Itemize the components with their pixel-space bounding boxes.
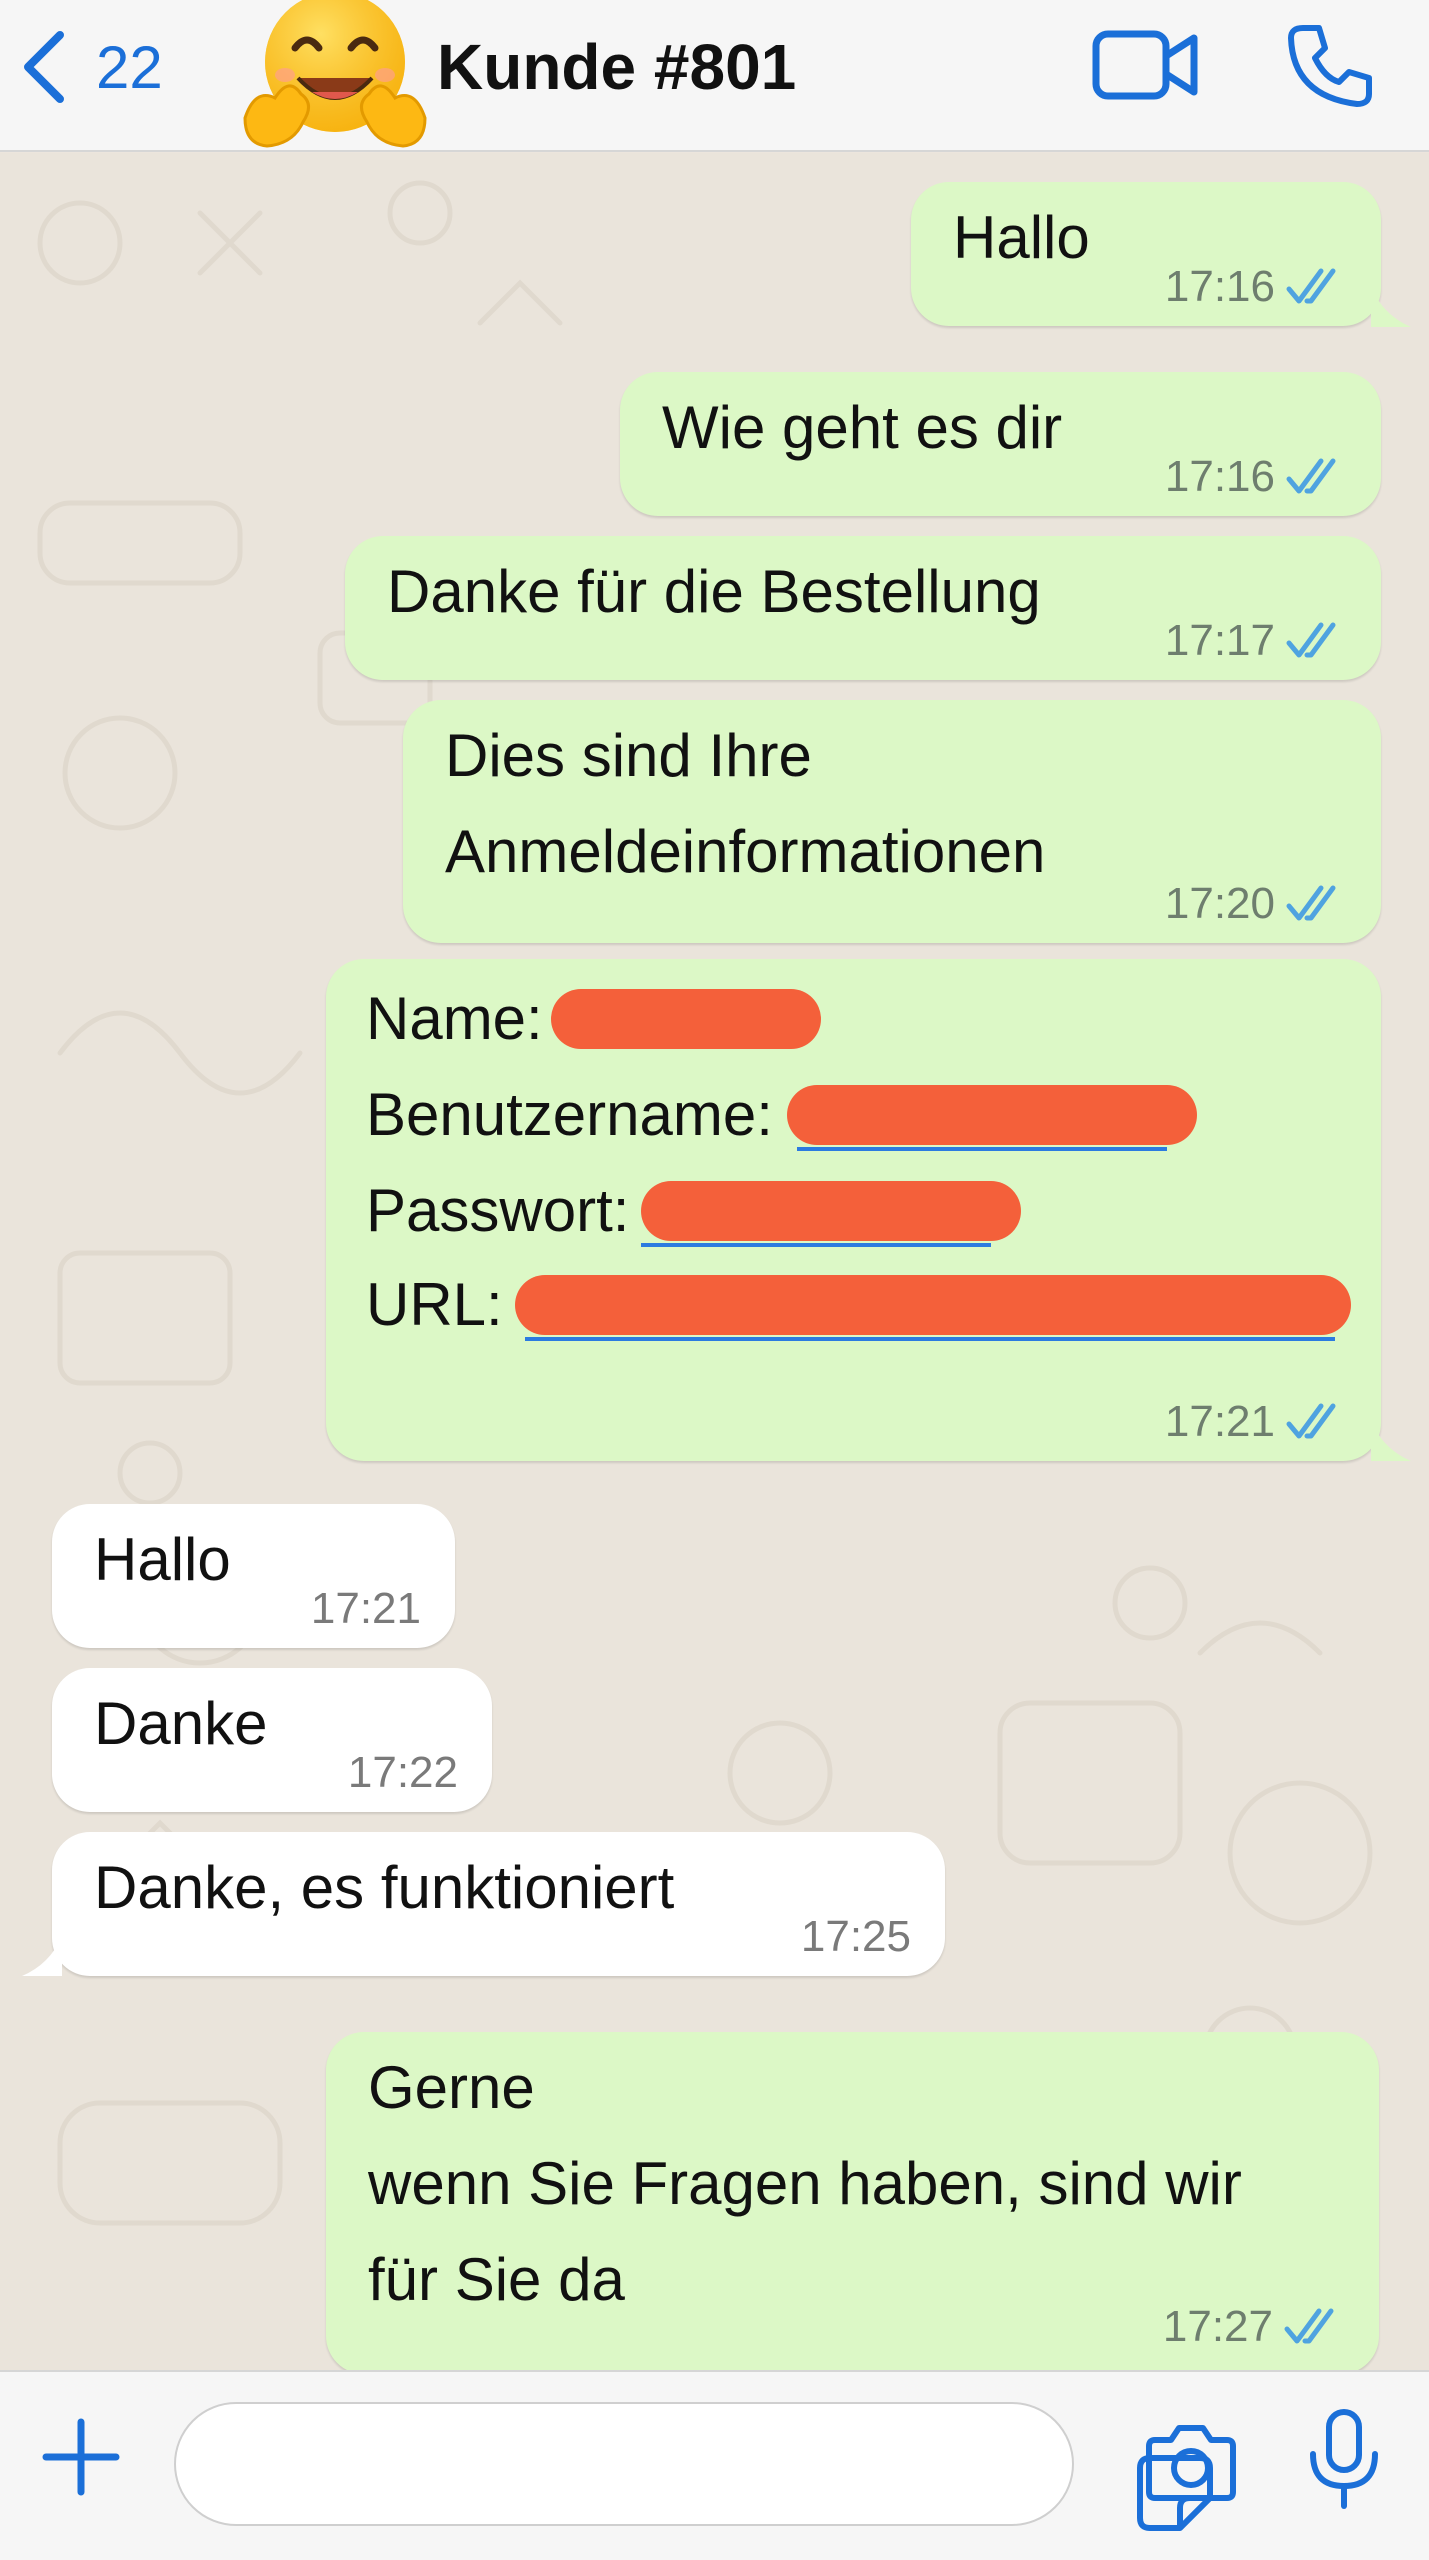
- phone-call-icon[interactable]: [1285, 20, 1375, 110]
- message-meta: 17:20: [1165, 879, 1347, 929]
- message-bubble-outgoing[interactable]: Danke für die Bestellung 17:17: [345, 536, 1381, 680]
- read-receipt-icon: [1286, 1403, 1336, 1439]
- message-meta: 17:16: [1165, 452, 1347, 502]
- message-input-bar: [0, 2370, 1429, 2560]
- message-text: Hallo: [953, 204, 1090, 271]
- credential-name-label: Name:: [366, 985, 543, 1052]
- message-text: Danke, es funktioniert: [94, 1854, 675, 1921]
- chat-header: 22 Kunde #801: [0, 0, 1429, 152]
- credential-password-label: Passwort:: [366, 1177, 630, 1244]
- message-time: 17:22: [347, 1748, 458, 1797]
- message-text: Dies sind Ihre Anmeldeinformationen: [445, 722, 1046, 885]
- video-call-icon[interactable]: [1090, 20, 1200, 110]
- message-bubble-incoming[interactable]: Danke, es funktioniert 17:25: [52, 1832, 945, 1976]
- redaction-password: [641, 1181, 1022, 1247]
- message-text: Danke: [94, 1690, 268, 1757]
- redaction-url: [514, 1275, 1351, 1341]
- message-time: 17:16: [1164, 262, 1275, 311]
- bubble-tail: [1371, 1421, 1411, 1461]
- message-meta: 17:22: [348, 1748, 458, 1798]
- bubble-tail: [1371, 287, 1411, 327]
- credential-password-line: Passwort:: [366, 1171, 1022, 1251]
- read-receipt-icon: [1286, 458, 1336, 494]
- message-text: Wie geht es dir: [662, 394, 1063, 461]
- message-time: 17:21: [1164, 1397, 1275, 1446]
- credential-name-line: Name:: [366, 979, 821, 1059]
- message-time: 17:16: [1164, 452, 1275, 501]
- message-time: 17:20: [1164, 879, 1275, 928]
- message-meta: 17:25: [801, 1912, 911, 1962]
- read-receipt-icon: [1286, 622, 1336, 658]
- message-bubble-outgoing[interactable]: Wie geht es dir 17:16: [620, 372, 1381, 516]
- microphone-icon[interactable]: [1305, 2408, 1383, 2512]
- message-bubble-credentials[interactable]: Name: Benutzername: Passwort: URL: 17:21: [326, 959, 1381, 1461]
- camera-icon[interactable]: [1145, 2418, 1237, 2504]
- message-meta: 17:21: [1165, 1397, 1347, 1447]
- message-time: 17:27: [1162, 2302, 1273, 2351]
- back-button[interactable]: 22: [20, 22, 163, 112]
- message-time: 17:21: [310, 1584, 421, 1633]
- credential-url-line[interactable]: URL:: [366, 1265, 1351, 1345]
- read-receipt-icon: [1284, 2308, 1334, 2344]
- message-meta: 17:16: [1165, 262, 1347, 312]
- message-bubble-incoming[interactable]: Danke 17:22: [52, 1668, 492, 1812]
- message-meta: 17:17: [1165, 616, 1347, 666]
- message-meta: 17:21: [311, 1584, 421, 1634]
- redaction-name: [550, 989, 821, 1049]
- bubble-tail: [22, 1936, 62, 1976]
- message-text: Gerne wenn Sie Fragen haben, sind wir fü…: [368, 2054, 1242, 2313]
- message-bubble-incoming[interactable]: Hallo 17:21: [52, 1504, 455, 1648]
- message-text: Hallo: [94, 1526, 231, 1593]
- chat-area[interactable]: Hallo 17:16 Wie geht es dir 17:16 Danke …: [0, 153, 1429, 2370]
- unread-count: 22: [96, 33, 163, 101]
- chat-title[interactable]: Kunde #801: [437, 24, 796, 110]
- message-time: 17:17: [1164, 616, 1275, 665]
- message-meta: 17:27: [1163, 2302, 1345, 2352]
- message-time: 17:25: [800, 1912, 911, 1961]
- hugging-face-emoji-avatar[interactable]: [240, 0, 430, 160]
- message-text: Danke für die Bestellung: [387, 558, 1041, 625]
- credential-username-label: Benutzername:: [366, 1081, 773, 1148]
- credential-username-line: Benutzername:: [366, 1075, 1197, 1155]
- read-receipt-icon: [1286, 885, 1336, 921]
- read-receipt-icon: [1286, 268, 1336, 304]
- message-bubble-outgoing[interactable]: Dies sind Ihre Anmeldeinformationen 17:2…: [403, 700, 1381, 943]
- chevron-left-icon: [24, 31, 64, 103]
- message-bubble-outgoing[interactable]: Hallo 17:16: [911, 182, 1381, 326]
- message-input[interactable]: [174, 2402, 1213, 2531]
- redaction-username: [786, 1085, 1197, 1151]
- message-bubble-outgoing[interactable]: Gerne wenn Sie Fragen haben, sind wir fü…: [326, 2032, 1379, 2370]
- plus-icon[interactable]: [38, 2414, 124, 2500]
- credential-url-label: URL:: [366, 1271, 503, 1338]
